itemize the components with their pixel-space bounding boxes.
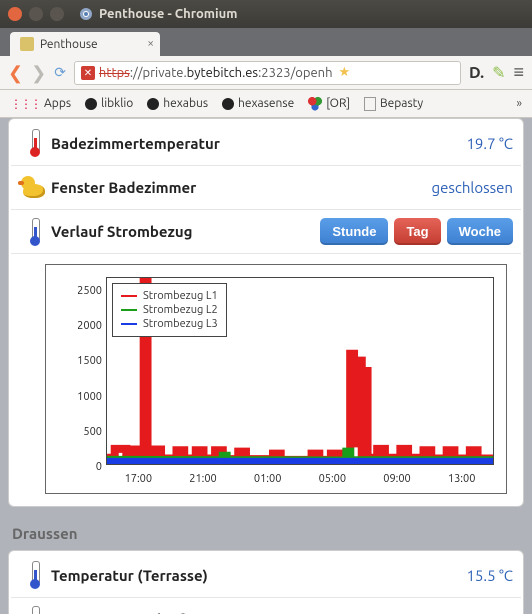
row-fenster-badezimmer[interactable]: Fenster Badezimmer geschlossen [11, 165, 521, 209]
duck-icon [21, 176, 49, 200]
row-temperatur-terrasse[interactable]: Temperatur (Terrasse) 15.5 °C [11, 553, 521, 597]
forward-button: ❯ [31, 64, 46, 82]
page-icon [364, 97, 376, 111]
row-value: 15.5 °C [466, 567, 513, 584]
thermometer-icon [28, 606, 42, 614]
row-label: Fenster Badezimmer [51, 179, 431, 196]
or-icon [308, 97, 322, 111]
bookmark-hexasense[interactable]: hexasense [222, 97, 294, 110]
thermometer-icon [28, 129, 42, 157]
apps-icon: ⋮⋮⋮ [10, 97, 40, 111]
bookmarks-overflow-icon[interactable]: » [516, 97, 522, 110]
row-label: Verlauf Strombezug [51, 223, 320, 240]
chart-legend: Strombezug L1 Strombezug L2 Strombezug L… [112, 283, 227, 337]
address-bar[interactable]: ✕ https://private.bytebitch.es:2323/open… [74, 61, 461, 85]
bookmark-star-icon[interactable]: ★ [339, 65, 351, 80]
window-minimize-button[interactable] [29, 7, 43, 21]
bookmark-bepasty[interactable]: Bepasty [364, 97, 423, 111]
row-value: geschlossen [431, 179, 513, 196]
row-verlauf-strombezug: Verlauf Strombezug Stunde Tag Woche [11, 209, 521, 253]
power-chart: Strombezug L1 Strombezug L2 Strombezug L… [45, 264, 507, 494]
panel-outside: Temperatur (Terrasse) 15.5 °C Temperatur… [8, 550, 524, 614]
reload-button[interactable]: ⟳ [54, 64, 66, 81]
tab-close-icon[interactable]: × [147, 37, 154, 50]
chrome-menu-icon[interactable]: ≡ [513, 62, 524, 83]
insecure-https-icon: ✕ [81, 66, 95, 80]
extension-d-icon[interactable]: D. [469, 64, 484, 82]
thermometer-icon [28, 561, 42, 589]
window-titlebar: Penthouse - Chromium [0, 0, 532, 28]
row-chart: Strombezug L1 Strombezug L2 Strombezug L… [11, 253, 521, 504]
row-value: 19.7 °C [466, 135, 513, 152]
tab-label: Penthouse [40, 38, 98, 51]
window-maximize-button[interactable] [50, 7, 64, 21]
browser-toolbar: ❮ ❯ ⟳ ✕ https://private.bytebitch.es:232… [0, 56, 532, 90]
chromium-icon [79, 7, 93, 21]
row-label: Badezimmertemperatur [51, 135, 466, 152]
page-content: Badezimmertemperatur 19.7 °C Fenster Bad… [0, 118, 532, 614]
period-hour-button[interactable]: Stunde [320, 218, 388, 245]
github-icon [147, 98, 159, 110]
panel-indoor: Badezimmertemperatur 19.7 °C Fenster Bad… [8, 118, 524, 507]
bookmark-or[interactable]: [OR] [308, 97, 350, 111]
period-week-button[interactable]: Woche [447, 218, 513, 245]
favicon [20, 37, 34, 51]
window-title: Penthouse - Chromium [99, 7, 237, 21]
bookmark-libklio[interactable]: libklio [85, 97, 133, 110]
thermometer-icon [28, 218, 42, 246]
row-badezimmer-temperatur[interactable]: Badezimmertemperatur 19.7 °C [11, 121, 521, 165]
period-day-button[interactable]: Tag [394, 218, 440, 245]
url-scheme: https [99, 66, 130, 80]
browser-tab[interactable]: Penthouse × [10, 32, 160, 56]
window-close-button[interactable] [8, 7, 22, 21]
section-draussen: Draussen [12, 525, 520, 542]
apps-shortcut[interactable]: ⋮⋮⋮Apps [10, 97, 71, 111]
row-label: Temperatur (Terrasse) [51, 567, 466, 584]
github-icon [222, 98, 234, 110]
bookmark-hexabus[interactable]: hexabus [147, 97, 208, 110]
tab-strip: Penthouse × [0, 28, 532, 56]
extension-pen-icon[interactable]: ✎ [492, 63, 505, 82]
back-button[interactable]: ❮ [8, 64, 23, 82]
github-icon [85, 98, 97, 110]
bookmarks-bar: ⋮⋮⋮Apps libklio hexabus hexasense [OR] B… [0, 90, 532, 118]
row-temperaturverlauf: Temperaturverlauf [11, 597, 521, 614]
